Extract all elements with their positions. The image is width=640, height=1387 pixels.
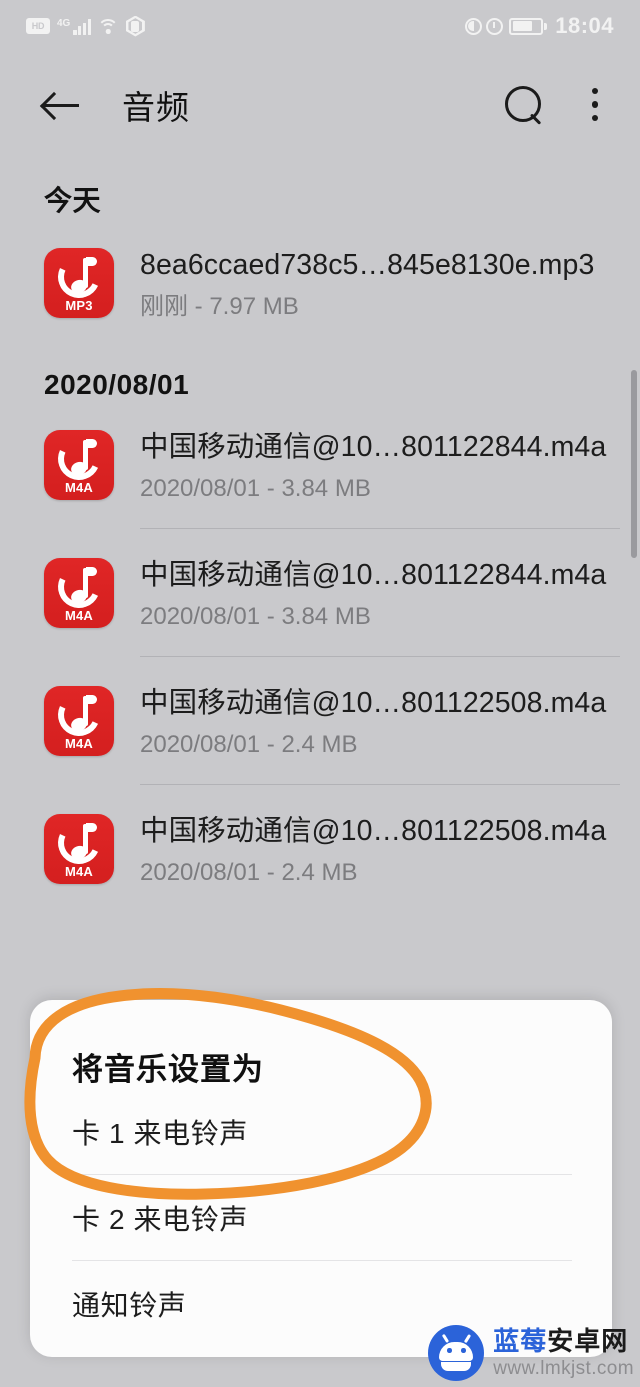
file-extension-label: M4A <box>64 736 94 751</box>
set-as-ringtone-sheet: 将音乐设置为 卡 1 来电铃声 卡 2 来电铃声 通知铃声 <box>30 1000 612 1357</box>
back-arrow-icon <box>43 92 81 118</box>
file-list: 今天 MP3 8ea6ccaed738c5…845e8130e.mp3 刚刚 -… <box>0 157 640 913</box>
phone-screen: HD 4G 18:04 音频 今天 MP3 8ea6ccaed738c5…845… <box>0 0 640 1387</box>
network-type-label: 4G <box>57 17 71 29</box>
sheet-option-label: 通知铃声 <box>72 1290 187 1321</box>
list-item-text: 8ea6ccaed738c5…845e8130e.mp3 刚刚 - 7.97 M… <box>140 246 640 321</box>
file-extension-label: MP3 <box>65 298 93 313</box>
section-header-today: 今天 <box>44 185 102 216</box>
back-button[interactable] <box>26 69 98 141</box>
file-extension-label: M4A <box>64 480 94 495</box>
search-icon <box>505 85 543 124</box>
list-item-text: 中国移动通信@10…801122844.m4a 2020/08/01 - 3.8… <box>140 556 640 631</box>
sheet-option-sim1-ringtone[interactable]: 卡 1 来电铃声 <box>30 1089 612 1175</box>
android-robot-icon <box>428 1325 485 1381</box>
overflow-menu-icon <box>591 87 599 95</box>
signal-bars-icon: 4G <box>57 18 91 35</box>
sound-icon <box>464 17 482 35</box>
sheet-option-label: 卡 1 来电铃声 <box>72 1118 248 1149</box>
file-name: 中国移动通信@10…801122508.m4a <box>140 814 607 847</box>
list-item[interactable]: M4A 中国移动通信@10…801122844.m4a 2020/08/01 -… <box>0 529 640 657</box>
file-extension-label: M4A <box>64 864 94 879</box>
sheet-option-sim2-ringtone[interactable]: 卡 2 来电铃声 <box>30 1175 612 1261</box>
list-item-text: 中国移动通信@10…801122508.m4a 2020/08/01 - 2.4… <box>140 684 640 759</box>
audio-file-icon: M4A <box>44 814 114 884</box>
list-item[interactable]: MP3 8ea6ccaed738c5…845e8130e.mp3 刚刚 - 7.… <box>0 219 640 347</box>
file-meta: 刚刚 - 7.97 MB <box>140 292 299 320</box>
section-header-date: 2020/08/01 <box>44 369 190 400</box>
file-meta: 2020/08/01 - 2.4 MB <box>140 858 358 886</box>
page-title: 音频 <box>122 88 190 126</box>
sheet-title: 将音乐设置为 <box>72 1052 264 1087</box>
file-name: 中国移动通信@10…801122844.m4a <box>140 430 607 463</box>
status-bar: HD 4G 18:04 <box>0 0 640 52</box>
audio-file-icon: MP3 <box>44 248 114 318</box>
watermark-site-name-part1: 蓝莓 <box>493 1326 548 1356</box>
watermark-site-name: 蓝莓安卓网 <box>493 1328 634 1354</box>
vertical-scrollbar[interactable] <box>631 370 637 558</box>
file-meta: 2020/08/01 - 3.84 MB <box>140 474 371 502</box>
list-item-text: 中国移动通信@10…801122844.m4a 2020/08/01 - 3.8… <box>140 428 640 503</box>
list-item[interactable]: M4A 中国移动通信@10…801122508.m4a 2020/08/01 -… <box>0 785 640 913</box>
status-bar-clock: 18:04 <box>555 13 614 38</box>
audio-file-icon: M4A <box>44 686 114 756</box>
overflow-menu-button[interactable] <box>564 65 626 145</box>
signal-strength-bars <box>73 18 91 35</box>
list-item[interactable]: M4A 中国移动通信@10…801122508.m4a 2020/08/01 -… <box>0 657 640 785</box>
watermark-url: www.lmkjst.com <box>493 1358 634 1379</box>
alarm-clock-icon <box>485 17 503 35</box>
status-bar-left: HD 4G <box>26 15 145 37</box>
battery-icon <box>508 17 548 35</box>
site-watermark: 蓝莓安卓网 www.lmkjst.com <box>428 1325 634 1381</box>
list-item[interactable]: M4A 中国移动通信@10…801122844.m4a 2020/08/01 -… <box>0 401 640 529</box>
sheet-option-label: 卡 2 来电铃声 <box>72 1204 248 1235</box>
hexagon-shield-icon <box>125 15 145 37</box>
app-bar: 音频 <box>0 52 640 157</box>
audio-file-icon: M4A <box>44 558 114 628</box>
watermark-site-name-part2: 安卓网 <box>547 1326 629 1356</box>
file-name: 中国移动通信@10…801122508.m4a <box>140 686 607 719</box>
status-bar-right: 18:04 <box>464 13 614 38</box>
list-item-text: 中国移动通信@10…801122508.m4a 2020/08/01 - 2.4… <box>140 812 640 887</box>
watermark-text: 蓝莓安卓网 www.lmkjst.com <box>493 1328 634 1378</box>
hd-badge-icon: HD <box>26 18 50 34</box>
audio-file-icon: M4A <box>44 430 114 500</box>
search-button[interactable] <box>484 65 564 145</box>
file-name: 8ea6ccaed738c5…845e8130e.mp3 <box>140 248 595 281</box>
wifi-icon <box>97 18 119 34</box>
file-name: 中国移动通信@10…801122844.m4a <box>140 558 607 591</box>
file-extension-label: M4A <box>64 608 94 623</box>
file-meta: 2020/08/01 - 3.84 MB <box>140 602 371 630</box>
file-meta: 2020/08/01 - 2.4 MB <box>140 730 358 758</box>
